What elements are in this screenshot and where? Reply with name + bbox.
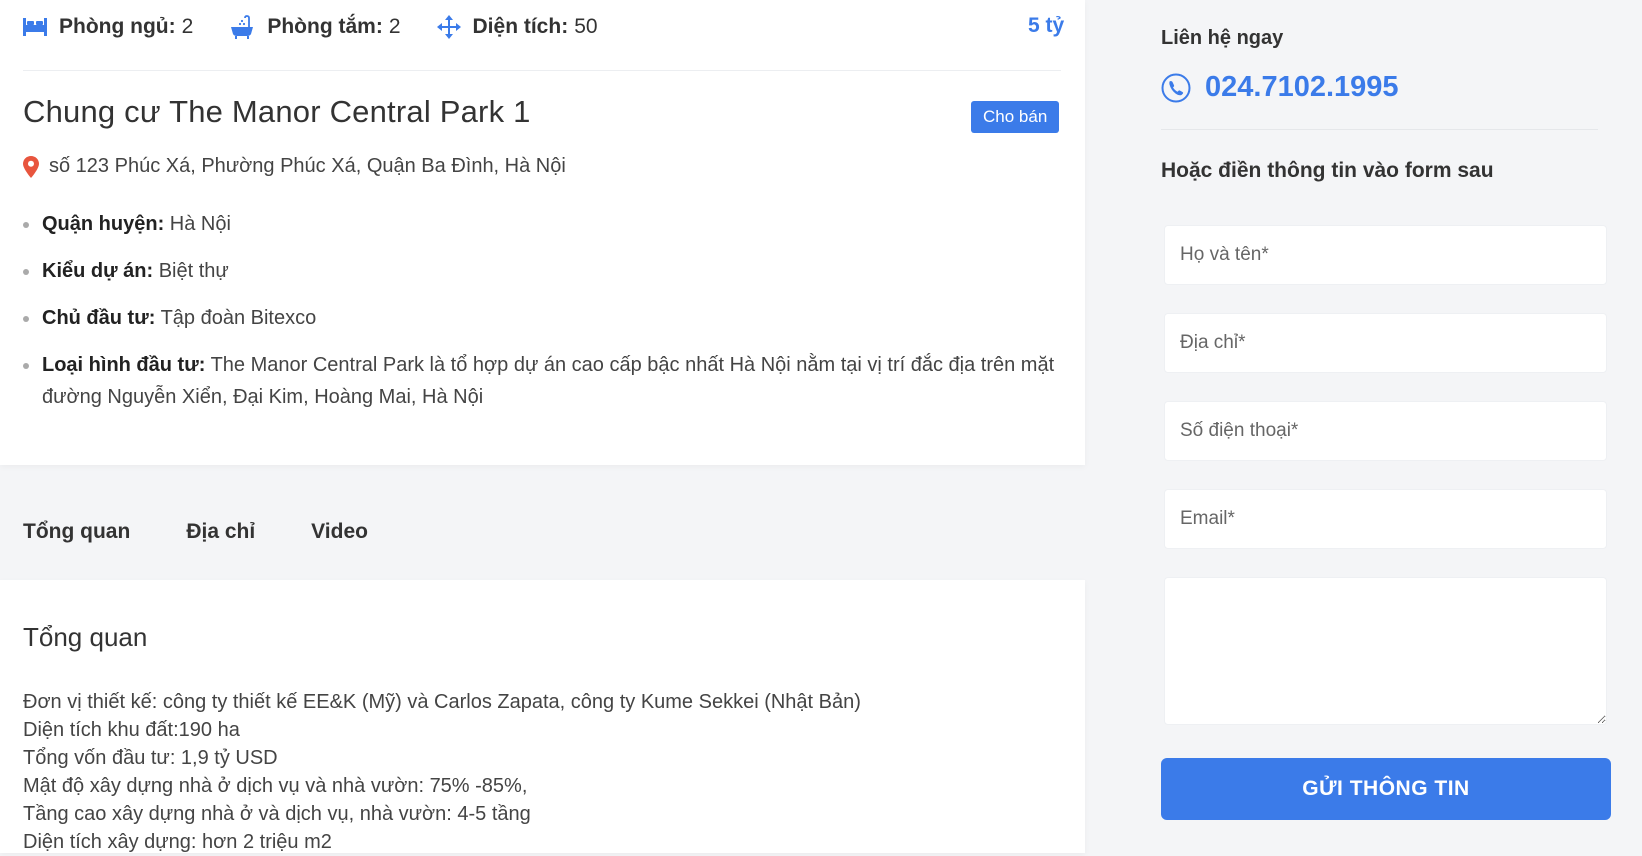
map-pin-icon [23, 155, 39, 178]
stat-bedrooms-value: 2 [181, 15, 194, 38]
stat-bathrooms: Phòng tắm: 2 [229, 15, 401, 39]
info-value: Biệt thự [158, 260, 229, 282]
info-label: Loại hình đầu tư: [42, 354, 206, 376]
property-title: Chung cư The Manor Central Park 1 [23, 94, 531, 129]
overview-line: Tầng cao xây dựng nhà ở và dịch vụ, nhà … [23, 803, 531, 825]
bathtub-icon [231, 15, 254, 39]
stat-bedrooms-label: Phòng ngủ: [59, 15, 176, 38]
info-label: Quận huyện: [42, 213, 165, 235]
overview-title: Tổng quan [23, 622, 148, 652]
overview-line: Tổng vốn đầu tư: 1,9 tỷ USD [23, 747, 278, 769]
overview-line: Diện tích khu đất:190 ha [23, 719, 240, 741]
tab-video[interactable]: Video [311, 520, 368, 544]
form-heading: Hoặc điền thông tin vào form sau [1161, 159, 1494, 182]
contact-phone[interactable]: 024.7102.1995 [1161, 71, 1399, 104]
stat-bedrooms: Phòng ngủ: 2 [23, 15, 193, 39]
address-field[interactable] [1164, 313, 1607, 373]
info-item-investment-type: Loại hình đầu tư: The Manor Central Park… [23, 349, 1063, 413]
overview-line: Đơn vị thiết kế: công ty thiết kế EE&K (… [23, 691, 861, 713]
message-field[interactable] [1164, 577, 1607, 725]
price: 5 tỷ [1028, 14, 1065, 37]
tab-address[interactable]: Địa chỉ [186, 520, 255, 544]
address-text: số 123 Phúc Xá, Phường Phúc Xá, Quận Ba … [49, 155, 566, 177]
contact-label: Liên hệ ngay [1161, 27, 1284, 49]
info-value: Tập đoàn Bitexco [160, 307, 317, 329]
info-item-district: Quận huyện: Hà Nội [23, 208, 1063, 240]
phone-icon [1161, 73, 1191, 102]
name-field[interactable] [1164, 225, 1607, 285]
bed-icon [23, 18, 47, 36]
info-value: Hà Nội [169, 213, 231, 235]
overview-text: Đơn vị thiết kế: công ty thiết kế EE&K (… [23, 688, 861, 856]
phone-number: 024.7102.1995 [1205, 71, 1399, 103]
property-stats: Phòng ngủ: 2 Phòng tắm: 2 Diện tích: 50 [23, 12, 634, 42]
move-arrows-icon [436, 15, 461, 39]
stat-area-value: 50 [574, 15, 598, 38]
stat-area-label: Diện tích: [472, 15, 569, 38]
stat-area: Diện tích: 50 [436, 15, 598, 39]
info-label: Kiểu dự án: [42, 260, 154, 282]
listing-type-badge[interactable]: Cho bán [971, 101, 1060, 133]
overview-line: Diện tích xây dựng: hơn 2 triệu m2 [23, 831, 332, 853]
divider [1161, 129, 1598, 130]
stat-bathrooms-label: Phòng tắm: [267, 15, 383, 38]
tab-overview[interactable]: Tổng quan [23, 520, 130, 544]
stat-bathrooms-value: 2 [388, 15, 401, 38]
submit-button[interactable]: Gửi thông tin [1161, 758, 1611, 820]
info-label: Chủ đầu tư: [42, 307, 156, 329]
email-field[interactable] [1164, 489, 1607, 549]
phone-field[interactable] [1164, 401, 1607, 461]
info-item-investor: Chủ đầu tư: Tập đoàn Bitexco [23, 302, 1063, 334]
property-info-list: Quận huyện: Hà Nội Kiểu dự án: Biệt thự … [23, 208, 1063, 428]
divider [23, 70, 1061, 71]
property-address: số 123 Phúc Xá, Phường Phúc Xá, Quận Ba … [23, 155, 566, 178]
overview-line: Mật độ xây dựng nhà ở dịch vụ và nhà vườ… [23, 775, 528, 797]
section-tabs: Tổng quan Địa chỉ Video [23, 520, 424, 544]
info-item-project-type: Kiểu dự án: Biệt thự [23, 255, 1063, 287]
